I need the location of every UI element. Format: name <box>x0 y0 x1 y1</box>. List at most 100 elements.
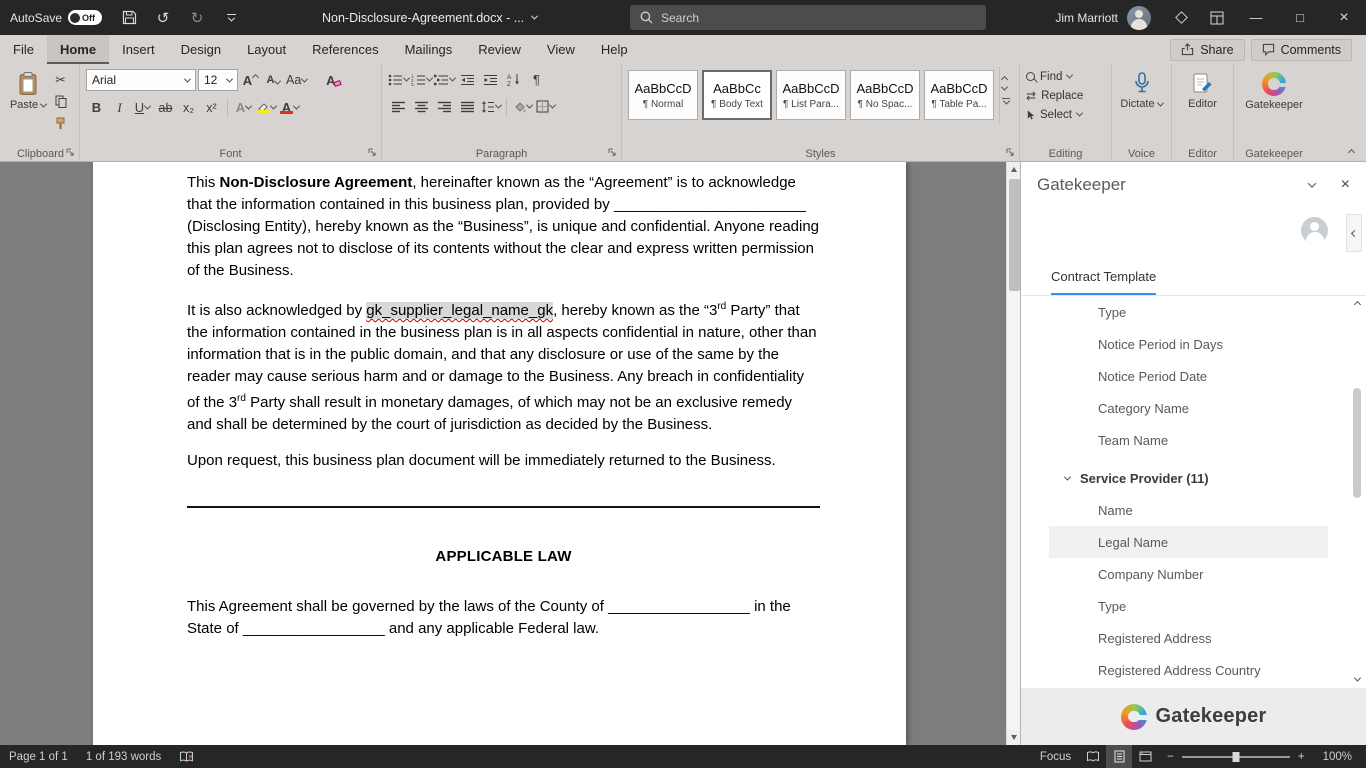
scroll-up-button[interactable] <box>1007 162 1020 177</box>
field-item-company-number[interactable]: Company Number <box>1021 558 1366 590</box>
subscript-button[interactable]: x₂ <box>178 97 199 118</box>
tab-design[interactable]: Design <box>168 35 234 64</box>
autosave-control[interactable]: AutoSave Off <box>0 10 112 25</box>
line-spacing-button[interactable] <box>480 96 502 117</box>
field-item-registered-address[interactable]: Registered Address <box>1021 622 1366 654</box>
styles-dialog-launcher[interactable] <box>1006 148 1016 158</box>
underline-button[interactable]: U <box>132 97 153 118</box>
word-count[interactable]: 1 of 193 words <box>77 745 170 768</box>
undo-button[interactable]: ↺ <box>146 0 180 35</box>
font-color-button[interactable]: A <box>279 97 301 118</box>
search-input[interactable] <box>661 10 941 25</box>
borders-button[interactable] <box>535 96 557 117</box>
paragraph-dialog-launcher[interactable] <box>608 148 618 158</box>
field-group-service-provider[interactable]: Service Provider (11) <box>1021 462 1366 494</box>
tab-references[interactable]: References <box>299 35 391 64</box>
tab-mailings[interactable]: Mailings <box>392 35 466 64</box>
format-painter-button[interactable] <box>50 113 71 134</box>
numbering-button[interactable]: 1. 2. 3. <box>411 69 434 90</box>
ribbon-display-options-button[interactable] <box>1200 0 1234 35</box>
font-dialog-launcher[interactable] <box>368 148 378 158</box>
sort-button[interactable]: AZ <box>503 69 524 90</box>
focus-mode-button[interactable]: Focus <box>1031 745 1080 768</box>
gatekeeper-merge-field[interactable]: gk_supplier_legal_name_gk <box>366 302 554 319</box>
paste-button[interactable]: Paste <box>6 67 50 143</box>
font-family-select[interactable]: Arial <box>86 69 196 91</box>
web-layout-button[interactable] <box>1132 745 1158 768</box>
read-mode-button[interactable] <box>1080 745 1106 768</box>
font-size-select[interactable]: 12 <box>198 69 238 91</box>
minimize-button[interactable]: — <box>1234 0 1278 35</box>
tab-help[interactable]: Help <box>588 35 641 64</box>
gem-icon[interactable] <box>1175 11 1188 24</box>
document-page[interactable]: This Non-Disclosure Agreement, hereinaft… <box>93 162 906 745</box>
dictate-button[interactable]: Dictate <box>1116 67 1167 143</box>
editor-button[interactable]: Editor <box>1176 67 1229 143</box>
close-window-button[interactable]: × <box>1322 0 1366 35</box>
tab-layout[interactable]: Layout <box>234 35 299 64</box>
tab-home[interactable]: Home <box>46 35 110 64</box>
zoom-in-button[interactable]: + <box>1298 745 1314 768</box>
zoom-out-button[interactable]: − <box>1158 745 1174 768</box>
italic-button[interactable]: I <box>109 97 130 118</box>
tab-review[interactable]: Review <box>465 35 534 64</box>
tab-contract-template[interactable]: Contract Template <box>1051 269 1157 295</box>
share-button[interactable]: Share <box>1170 38 1245 61</box>
search-box[interactable] <box>630 5 986 30</box>
increase-indent-button[interactable] <box>480 69 501 90</box>
collapse-ribbon-button[interactable] <box>1342 145 1360 159</box>
highlight-color-button[interactable] <box>256 97 278 118</box>
style-table-paragraph[interactable]: AaBbCcD ¶ Table Pa... <box>924 70 994 120</box>
field-item-team-name[interactable]: Team Name <box>1021 424 1366 456</box>
panel-close-button[interactable]: × <box>1341 176 1350 194</box>
cut-button[interactable]: ✂ <box>50 69 71 90</box>
style-list-paragraph[interactable]: AaBbCcD ¶ List Para... <box>776 70 846 120</box>
text-effects-button[interactable]: A <box>233 97 254 118</box>
superscript-button[interactable]: x² <box>201 97 222 118</box>
panel-options-dropdown-icon[interactable] <box>1307 179 1316 188</box>
align-center-button[interactable] <box>411 96 432 117</box>
panel-scrollbar-thumb[interactable] <box>1353 388 1361 498</box>
clipboard-dialog-launcher[interactable] <box>66 148 76 158</box>
replace-button[interactable]: ⇄ Replace <box>1024 86 1107 105</box>
zoom-level[interactable]: 100% <box>1314 745 1366 768</box>
style-body-text[interactable]: AaBbCc ¶ Body Text <box>702 70 772 120</box>
tab-file[interactable]: File <box>0 35 47 64</box>
scrollbar-thumb[interactable] <box>1008 179 1020 291</box>
county-blank[interactable]: _________________ <box>608 598 750 615</box>
user-account[interactable]: Jim Marriott <box>1043 5 1163 30</box>
align-right-button[interactable] <box>434 96 455 117</box>
tab-view[interactable]: View <box>534 35 588 64</box>
scroll-down-button[interactable] <box>1007 730 1020 745</box>
grow-font-button[interactable]: A <box>240 70 261 91</box>
styles-more-button[interactable] <box>1002 97 1010 105</box>
show-formatting-marks-button[interactable]: ¶ <box>526 69 547 90</box>
find-button[interactable]: Find <box>1024 67 1107 86</box>
state-blank[interactable]: _________________ <box>243 620 385 637</box>
justify-button[interactable] <box>457 96 478 117</box>
field-item-type[interactable]: Type <box>1021 296 1366 328</box>
zoom-slider[interactable] <box>1181 751 1290 762</box>
page-indicator[interactable]: Page 1 of 1 <box>0 745 77 768</box>
field-item-type-2[interactable]: Type <box>1021 590 1366 622</box>
styles-scroll-up-icon[interactable] <box>1000 75 1009 84</box>
shrink-font-button[interactable]: A <box>263 70 284 91</box>
align-left-button[interactable] <box>388 96 409 117</box>
style-normal[interactable]: AaBbCcD ¶ Normal <box>628 70 698 120</box>
select-button[interactable]: Select <box>1024 105 1107 124</box>
change-case-button[interactable]: Aa <box>286 70 309 91</box>
multilevel-list-button[interactable] <box>434 69 457 90</box>
field-item-notice-period-in-days[interactable]: Notice Period in Days <box>1021 328 1366 360</box>
field-item-registered-address-country[interactable]: Registered Address Country <box>1021 654 1366 686</box>
panel-list-scrollbar[interactable] <box>1351 300 1363 684</box>
gatekeeper-button[interactable]: Gatekeeper <box>1238 67 1310 143</box>
strikethrough-button[interactable]: ab <box>155 97 176 118</box>
tab-insert[interactable]: Insert <box>109 35 168 64</box>
panel-scroll-up-icon[interactable] <box>1353 300 1361 309</box>
disclosing-entity-blank[interactable]: _______________________ <box>614 196 806 213</box>
decrease-indent-button[interactable] <box>457 69 478 90</box>
zoom-slider-thumb[interactable] <box>1232 751 1240 762</box>
field-item-category-name[interactable]: Category Name <box>1021 392 1366 424</box>
field-item-name[interactable]: Name <box>1021 494 1366 526</box>
customize-quick-access-button[interactable] <box>214 0 248 35</box>
